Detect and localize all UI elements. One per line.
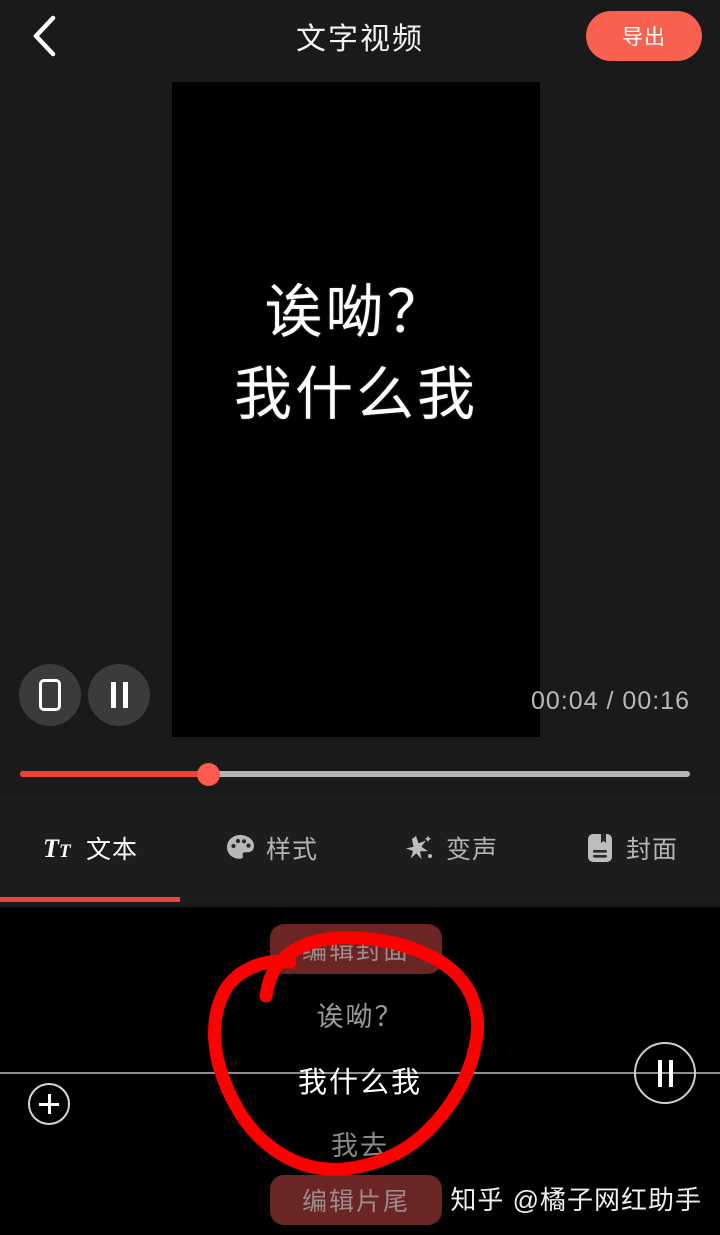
tab-voice-change[interactable]: 变声 — [360, 794, 540, 902]
seek-bar[interactable] — [20, 760, 690, 788]
edit-cover-chip[interactable]: 编辑封面 — [270, 924, 442, 974]
active-tab-indicator — [0, 897, 180, 902]
seek-progress-fill — [20, 771, 208, 777]
time-readout: 00:04 / 00:16 — [531, 687, 690, 715]
tab-style-label: 样式 — [265, 836, 318, 864]
timeline-line-item[interactable]: 我去 — [0, 1124, 720, 1163]
pause-icon — [657, 1059, 673, 1087]
video-preview-canvas[interactable]: 诶呦？ 我什么我 — [172, 82, 540, 737]
tab-style[interactable]: 样式 — [180, 794, 360, 902]
tab-text[interactable]: T T 文本 — [0, 794, 180, 902]
text-video-editor-screen: 文字视频 导出 诶呦？ 我什么我 00:04 / 00:16 T T 文本 样式… — [0, 0, 720, 1235]
caption-line-1: 诶呦？ — [264, 280, 448, 345]
watermark-text: 知乎 @橘子网红助手 — [450, 1185, 702, 1215]
timeline-line-item[interactable]: 诶呦？ — [0, 995, 720, 1034]
caption-line-2: 我什么我 — [233, 362, 478, 428]
export-button[interactable]: 导出 — [586, 11, 702, 61]
seek-handle[interactable] — [196, 763, 220, 786]
aspect-ratio-button[interactable] — [19, 664, 81, 726]
svg-text:T: T — [43, 834, 60, 863]
pause-icon — [110, 682, 128, 708]
add-subtitle-button[interactable] — [28, 1083, 70, 1125]
timeline-pause-button[interactable] — [634, 1042, 696, 1104]
cover-bookmark-icon — [582, 830, 618, 866]
edit-ending-chip[interactable]: 编辑片尾 — [270, 1175, 442, 1225]
tab-voice-label: 变声 — [445, 836, 498, 864]
app-header: 文字视频 导出 — [0, 0, 720, 72]
preview-pause-button[interactable] — [88, 664, 150, 726]
text-tt-icon: T T — [42, 830, 78, 866]
tab-text-label: 文本 — [85, 836, 138, 864]
tab-cover-label: 封面 — [625, 836, 678, 864]
timeline-line-item-active[interactable]: 我什么我 — [0, 1059, 720, 1101]
palette-icon — [222, 830, 258, 866]
preview-stage: 诶呦？ 我什么我 00:04 / 00:16 — [0, 72, 720, 794]
magic-wand-icon — [402, 830, 438, 866]
phone-frame-icon — [39, 679, 61, 711]
editor-tab-bar: T T 文本 样式 变声 封面 — [0, 794, 720, 902]
svg-text:T: T — [59, 841, 72, 862]
video-caption-overlay: 诶呦？ 我什么我 — [172, 272, 540, 437]
tab-cover[interactable]: 封面 — [540, 794, 720, 902]
